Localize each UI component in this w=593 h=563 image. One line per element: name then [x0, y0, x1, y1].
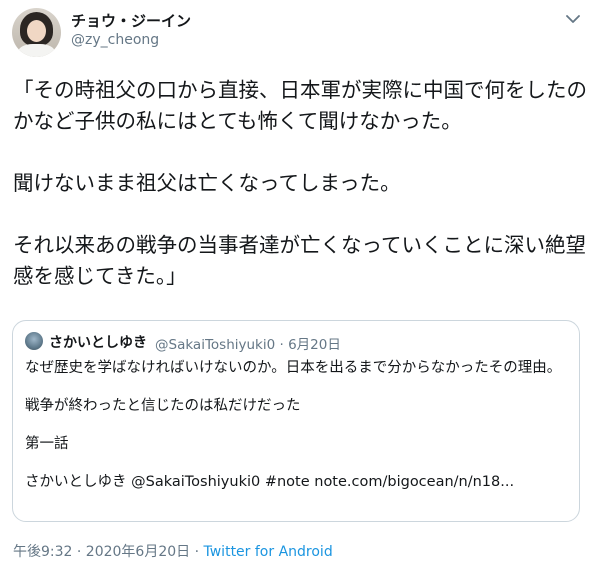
quoted-text: なぜ歴史を学ばなければいけないのか。日本を出るまで分からなかったその理由。 戦争…	[25, 360, 562, 490]
quoted-tweet[interactable]: さかいとしゆき @SakaiToshiyuki0 · 6月20日 なぜ歴史を学ば…	[12, 320, 580, 522]
chevron-down-icon[interactable]	[566, 14, 580, 24]
tweet-text: 「その時祖父の口から直接、日本軍が実際に中国で何をしたのかなど子供の私にはとても…	[13, 78, 587, 288]
quoted-author-name: さかいとしゆき	[49, 335, 147, 351]
quoted-avatar	[25, 332, 43, 350]
author-name[interactable]: チョウ・ジーイン	[71, 10, 191, 31]
avatar[interactable]	[12, 8, 61, 57]
tweet-footer: 午後9:32 · 2020年6月20日 · Twitter for Androi…	[13, 541, 333, 561]
source-link[interactable]: Twitter for Android	[204, 544, 333, 560]
timestamp[interactable]: 午後9:32 · 2020年6月20日 ·	[13, 544, 204, 560]
quoted-handle-date: @SakaiToshiyuki0 · 6月20日	[155, 337, 341, 353]
author-handle[interactable]: @zy_cheong	[71, 32, 159, 48]
